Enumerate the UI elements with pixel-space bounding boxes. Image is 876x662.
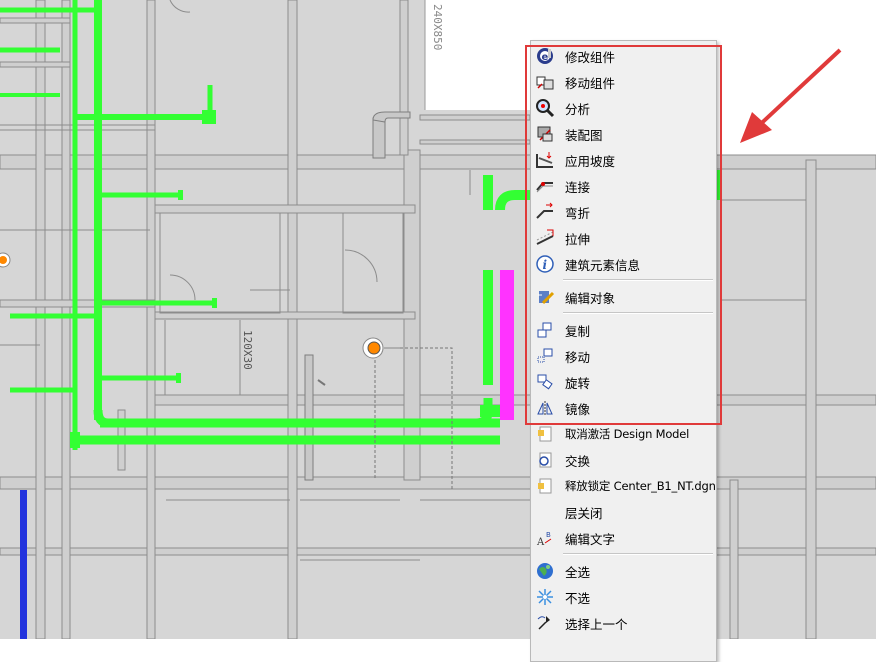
menu-item-22[interactable]: 选择上一个: [531, 610, 716, 636]
dimension-label-top: 240X850: [431, 4, 444, 50]
menu-item-label: 不选: [565, 590, 591, 606]
menu-item-label: 取消激活 Design Model: [565, 427, 690, 441]
menu-separator: [563, 553, 713, 555]
blue-pipe: [20, 490, 27, 639]
menu-item-17[interactable]: 释放锁定 Center_B1_NT.dgn: [531, 473, 716, 499]
menu-item-label: 全选: [565, 564, 591, 580]
menu-item-label: 编辑文字: [565, 531, 616, 547]
menu-item-16[interactable]: 交换: [531, 447, 716, 473]
annotation-arrow: [740, 48, 842, 143]
exchange-icon: [539, 452, 552, 468]
cad-drawing-canvas[interactable]: 240X850 120X30: [0, 0, 876, 639]
edit-text-icon: AB: [536, 531, 552, 548]
menu-item-19[interactable]: A B 编辑文字: [531, 525, 716, 551]
menu-item-label: 释放锁定 Center_B1_NT.dgn: [565, 479, 716, 493]
dimension-label-mid: 120X30: [241, 330, 254, 370]
menu-item-label: 选择上一个: [565, 616, 628, 632]
magenta-pipe: [500, 270, 514, 420]
menu-item-label: 层关闭: [565, 505, 603, 521]
menu-item-label: 交换: [565, 453, 591, 469]
release-lock-icon: [538, 478, 552, 494]
menu-item-21[interactable]: 不选: [531, 584, 716, 610]
menu-item-20[interactable]: 全选: [531, 558, 716, 584]
menu-item-18[interactable]: 层关闭: [531, 499, 716, 525]
svg-text:B: B: [546, 531, 551, 539]
annotation-highlight-box: [525, 45, 722, 425]
select-all-globe-icon: [537, 563, 553, 579]
deactivate-model-icon: [538, 426, 552, 442]
select-previous-icon: [537, 616, 550, 630]
deselect-sparkle-icon: [537, 589, 553, 605]
svg-text:A: A: [536, 537, 545, 548]
side-fitting: [0, 252, 11, 268]
